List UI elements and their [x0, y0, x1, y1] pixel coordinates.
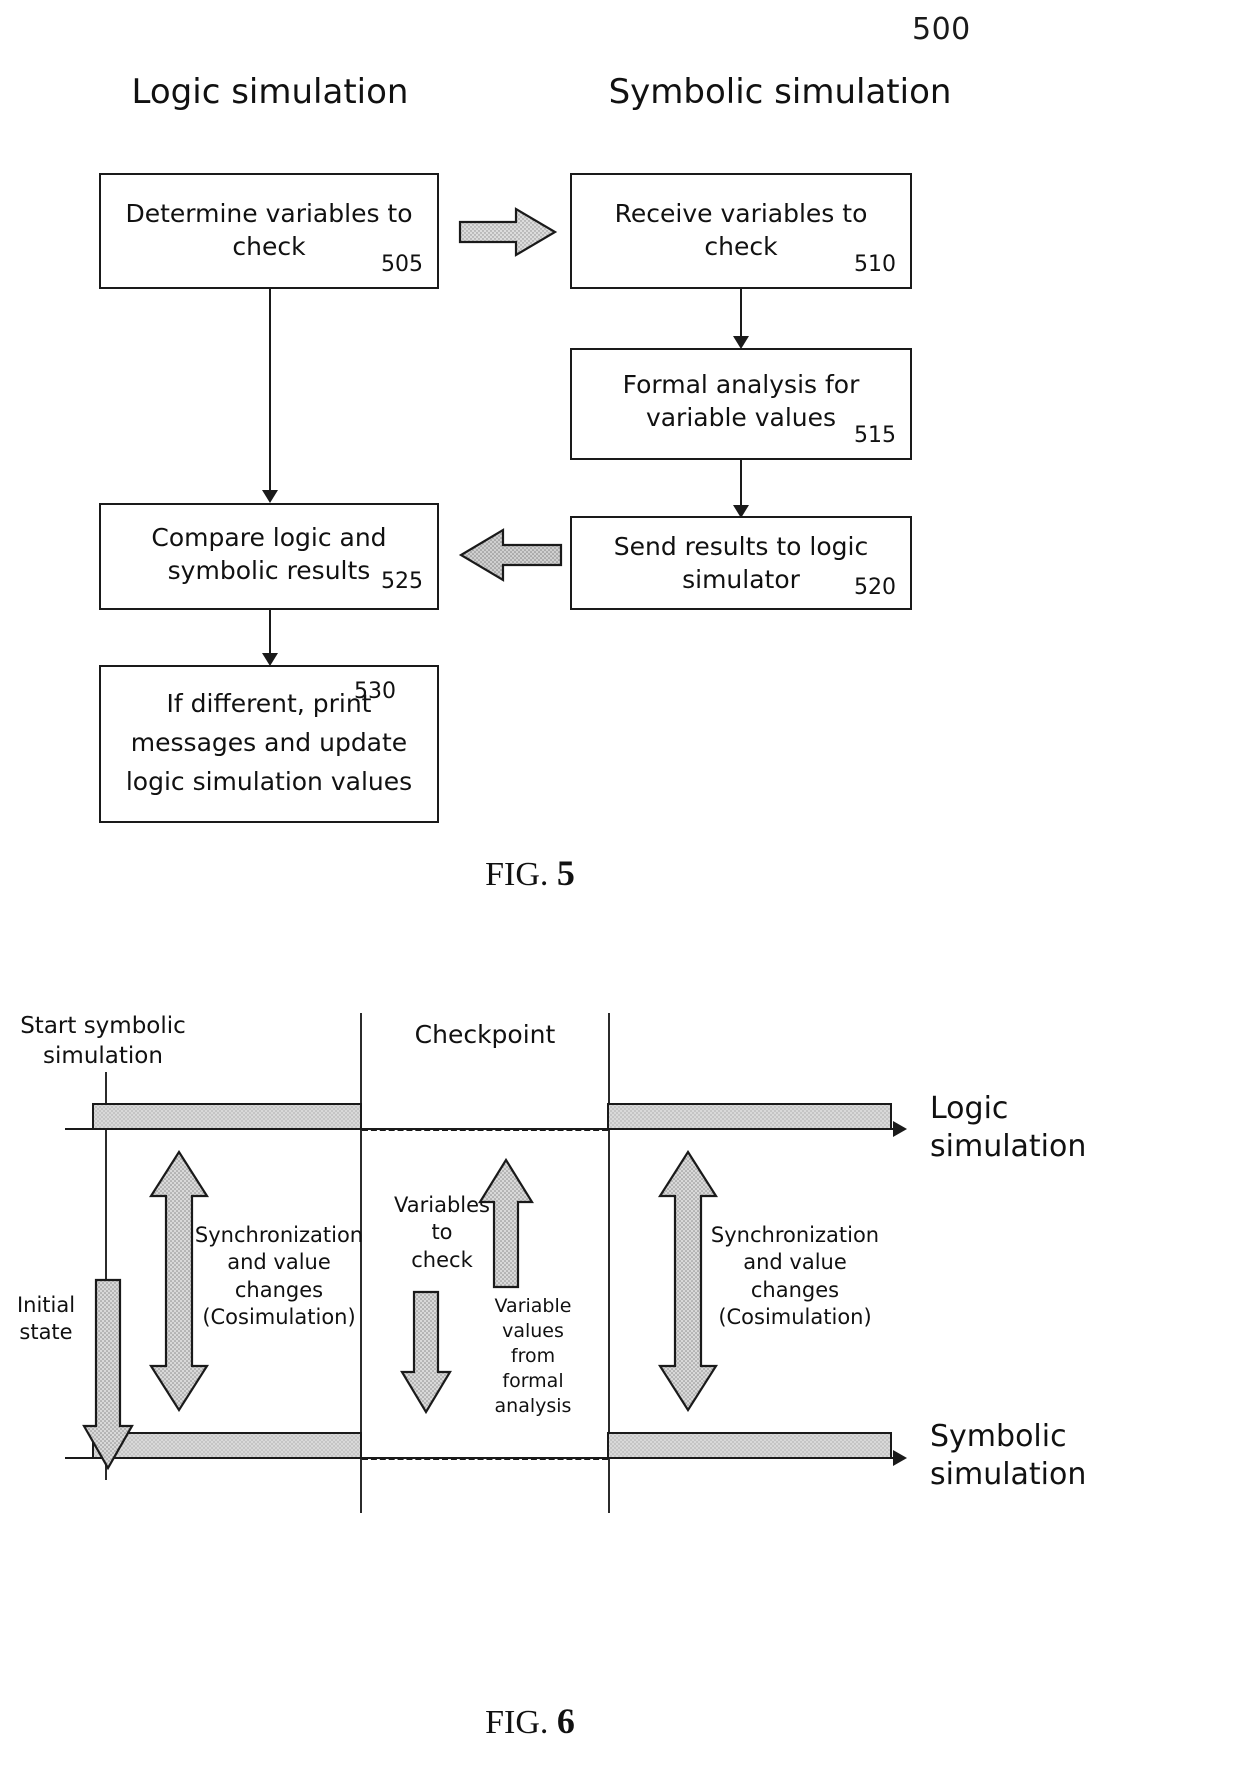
flow-box-530-line2: messages and update [130, 728, 408, 757]
flow-box-520[interactable]: Send results to logic simulator 520 [570, 516, 912, 610]
flow-box-505-ref: 505 [381, 252, 423, 277]
fig6-variable-values-label: Variable values from formal analysis [473, 1294, 593, 1419]
flow-box-525-ref: 525 [381, 569, 423, 594]
fig6-top-axis-label-line1: Logic [930, 1091, 1009, 1126]
connector-505-to-525-arrowhead [262, 490, 278, 503]
fig6-sync-right-label: Synchronization and value changes (Cosim… [700, 1222, 890, 1331]
fig6-start-label: Start symbolic simulation [8, 1012, 198, 1072]
fig6-variable-values-line1: Variable [494, 1295, 572, 1317]
fig6-bottom-axis-arrowhead [893, 1450, 907, 1466]
fig6-sync-left-line1: Synchronization [194, 1223, 364, 1247]
fig6-sync-right-line4: (Cosimulation) [718, 1304, 872, 1329]
connector-525-to-530 [269, 610, 271, 659]
flow-box-530-ref: 530 [354, 679, 396, 704]
fig6-caption: FIG. 6 [380, 1700, 680, 1742]
flow-box-525-line1: Compare logic and [151, 523, 387, 552]
flow-box-515[interactable]: Formal analysis for variable values 515 [570, 348, 912, 460]
fig6-bottom-bar-segment-2 [607, 1432, 892, 1459]
fig6-variable-values-line2: values [502, 1320, 564, 1343]
fig6-variable-values-line3: from [510, 1345, 556, 1368]
flow-box-525[interactable]: Compare logic and symbolic results 525 [99, 503, 439, 610]
flow-box-530-line3: logic simulation values [125, 767, 413, 796]
flow-box-515-line1: Formal analysis for [622, 370, 860, 399]
fig5-left-column-title: Logic simulation [131, 72, 409, 112]
fig6-top-bar-segment-2 [607, 1103, 892, 1130]
fig6-sync-right-line1: Synchronization [710, 1223, 880, 1247]
fig6-initial-state-line2: state [19, 1320, 73, 1345]
fig6-bottom-axis-label: Symbolic simulation [930, 1418, 1230, 1493]
fig6-bottom-axis-label-line2: simulation [930, 1456, 1087, 1492]
fig6-caption-prefix: FIG. [485, 1704, 549, 1741]
fig6-start-label-line2: simulation [43, 1042, 163, 1069]
flow-box-505[interactable]: Determine variables to check 505 [99, 173, 439, 289]
flow-box-530[interactable]: If different, print messages and update … [99, 665, 439, 823]
block-arrow-left-520-to-525 [458, 527, 563, 583]
fig6-top-dashed-segment [362, 1128, 608, 1131]
fig6-variable-values-line5: analysis [494, 1395, 572, 1418]
figure-group-number: 500 [912, 12, 971, 47]
fig6-bottom-dashed-segment [362, 1457, 608, 1460]
fig5-caption-prefix: FIG. [485, 856, 549, 893]
connector-510-to-515 [740, 289, 742, 342]
flow-box-505-line1: Determine variables to [125, 199, 413, 228]
block-arrow-right-505-to-510 [458, 206, 558, 258]
fig6-sync-right-line2: and value [743, 1250, 847, 1275]
flow-box-510-line1: Receive variables to [614, 199, 868, 228]
flow-box-520-ref: 520 [854, 575, 896, 600]
fig6-top-axis-arrowhead [893, 1121, 907, 1137]
flow-box-520-line1: Send results to logic [613, 532, 869, 561]
fig6-caption-number: 6 [556, 1701, 575, 1741]
fig5-caption-number: 5 [556, 853, 575, 893]
block-arrow-initial-state-shape [82, 1278, 134, 1471]
fig6-sync-left-label: Synchronization and value changes (Cosim… [184, 1222, 374, 1331]
fig6-top-bar-segment-1 [92, 1103, 362, 1130]
connector-505-to-525 [269, 289, 271, 494]
fig6-bottom-axis-label-line1: Symbolic [930, 1419, 1067, 1454]
fig5-caption: FIG. 5 [380, 852, 680, 894]
fig6-top-axis-label-line2: simulation [930, 1128, 1087, 1164]
fig6-initial-state-label: Initial state [10, 1292, 82, 1347]
fig5-right-column-title: Symbolic simulation [608, 72, 952, 112]
block-arrow-variables-to-check-down [400, 1290, 452, 1415]
fig6-checkpoint-label: Checkpoint [414, 1020, 556, 1049]
block-arrow-variable-values-up [478, 1158, 534, 1290]
fig6-sync-right-line3: changes [750, 1277, 840, 1302]
fig6-initial-state-line1: Initial [16, 1293, 76, 1317]
fig6-sync-left-line2: and value [227, 1250, 331, 1275]
flow-box-510[interactable]: Receive variables to check 510 [570, 173, 912, 289]
fig6-sync-left-line4: (Cosimulation) [202, 1304, 356, 1329]
flow-box-510-ref: 510 [854, 252, 896, 277]
flow-box-515-ref: 515 [854, 423, 896, 448]
fig6-top-axis-label: Logic simulation [930, 1090, 1230, 1165]
fig6-start-label-line1: Start symbolic [20, 1013, 186, 1039]
fig6-variable-values-line4: formal [502, 1370, 564, 1393]
fig6-sync-left-line3: changes [234, 1277, 324, 1302]
